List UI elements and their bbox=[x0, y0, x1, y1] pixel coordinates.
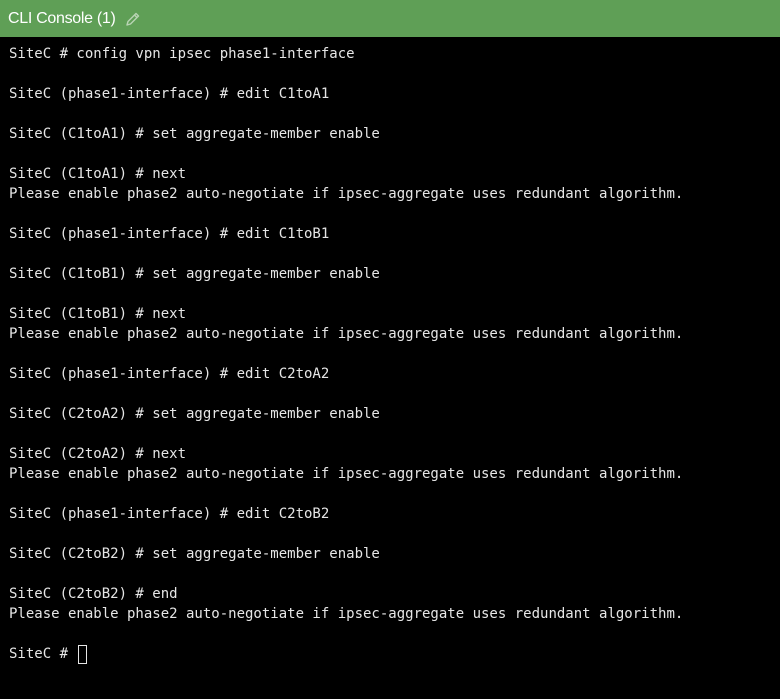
console-line: SiteC (phase1-interface) # edit C1toA1 bbox=[9, 86, 330, 102]
console-line: SiteC (C1toA1) # next bbox=[9, 166, 187, 182]
window-title: CLI Console (1) bbox=[8, 9, 116, 27]
title-bar: CLI Console (1) bbox=[0, 0, 780, 37]
cli-console-window: CLI Console (1) SiteC # config vpn ipsec… bbox=[0, 0, 780, 699]
console-line: SiteC (C1toB1) # next bbox=[9, 306, 187, 322]
console-line: SiteC (C2toB2) # end bbox=[9, 586, 178, 602]
console-line: SiteC (C1toA1) # set aggregate-member en… bbox=[9, 126, 380, 142]
pencil-icon[interactable] bbox=[125, 11, 141, 27]
console-lines: SiteC # config vpn ipsec phase1-interfac… bbox=[9, 44, 780, 644]
console-line: SiteC (C2toB2) # set aggregate-member en… bbox=[9, 546, 380, 562]
console-line: Please enable phase2 auto-negotiate if i… bbox=[9, 606, 684, 622]
console-line: Please enable phase2 auto-negotiate if i… bbox=[9, 466, 684, 482]
text-cursor bbox=[78, 644, 88, 664]
command-prompt-line[interactable]: SiteC # bbox=[9, 644, 780, 664]
console-line: SiteC (C1toB1) # set aggregate-member en… bbox=[9, 266, 380, 282]
console-line: SiteC # config vpn ipsec phase1-interfac… bbox=[9, 46, 355, 62]
console-line: SiteC (C2toA2) # set aggregate-member en… bbox=[9, 406, 380, 422]
command-prompt: SiteC # bbox=[9, 646, 77, 662]
console-line: Please enable phase2 auto-negotiate if i… bbox=[9, 326, 684, 342]
console-output[interactable]: SiteC # config vpn ipsec phase1-interfac… bbox=[0, 37, 780, 699]
console-line: SiteC (phase1-interface) # edit C1toB1 bbox=[9, 226, 330, 242]
console-line: SiteC (phase1-interface) # edit C2toB2 bbox=[9, 506, 330, 522]
console-line: SiteC (C2toA2) # next bbox=[9, 446, 187, 462]
console-line: Please enable phase2 auto-negotiate if i… bbox=[9, 186, 684, 202]
console-line: SiteC (phase1-interface) # edit C2toA2 bbox=[9, 366, 330, 382]
